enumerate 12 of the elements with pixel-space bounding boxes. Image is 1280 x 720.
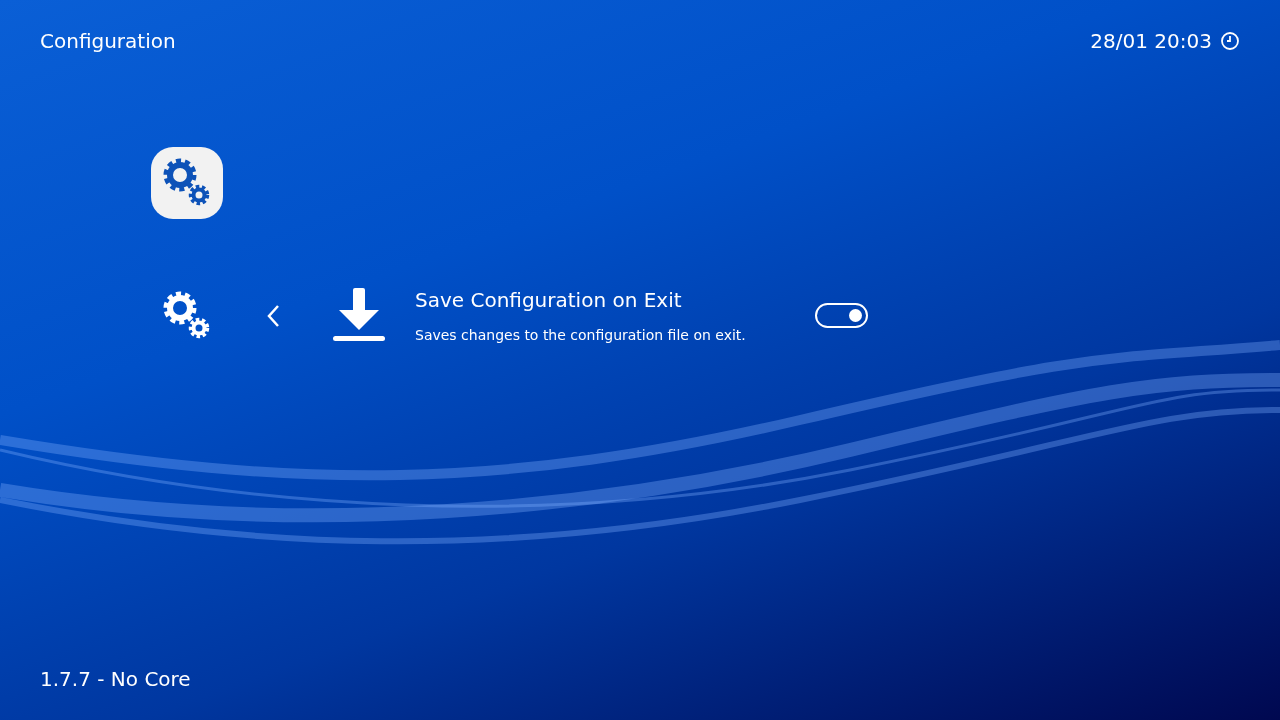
version-label: 1.7.7 - No Core	[40, 667, 191, 691]
setting-label[interactable]: Save Configuration on Exit	[415, 285, 815, 315]
gears-icon	[163, 290, 211, 341]
screen-title: Configuration	[40, 28, 176, 55]
date-time: 28/01 20:03	[1090, 28, 1212, 55]
download-icon	[333, 287, 385, 344]
settings-category-tile[interactable]	[151, 147, 223, 219]
setting-description: Saves changes to the configuration file on exit.	[415, 326, 747, 345]
toggle-switch[interactable]	[815, 303, 868, 328]
clock-icon	[1220, 31, 1240, 51]
gears-icon	[163, 158, 211, 208]
chevron-left-icon[interactable]	[266, 303, 280, 328]
